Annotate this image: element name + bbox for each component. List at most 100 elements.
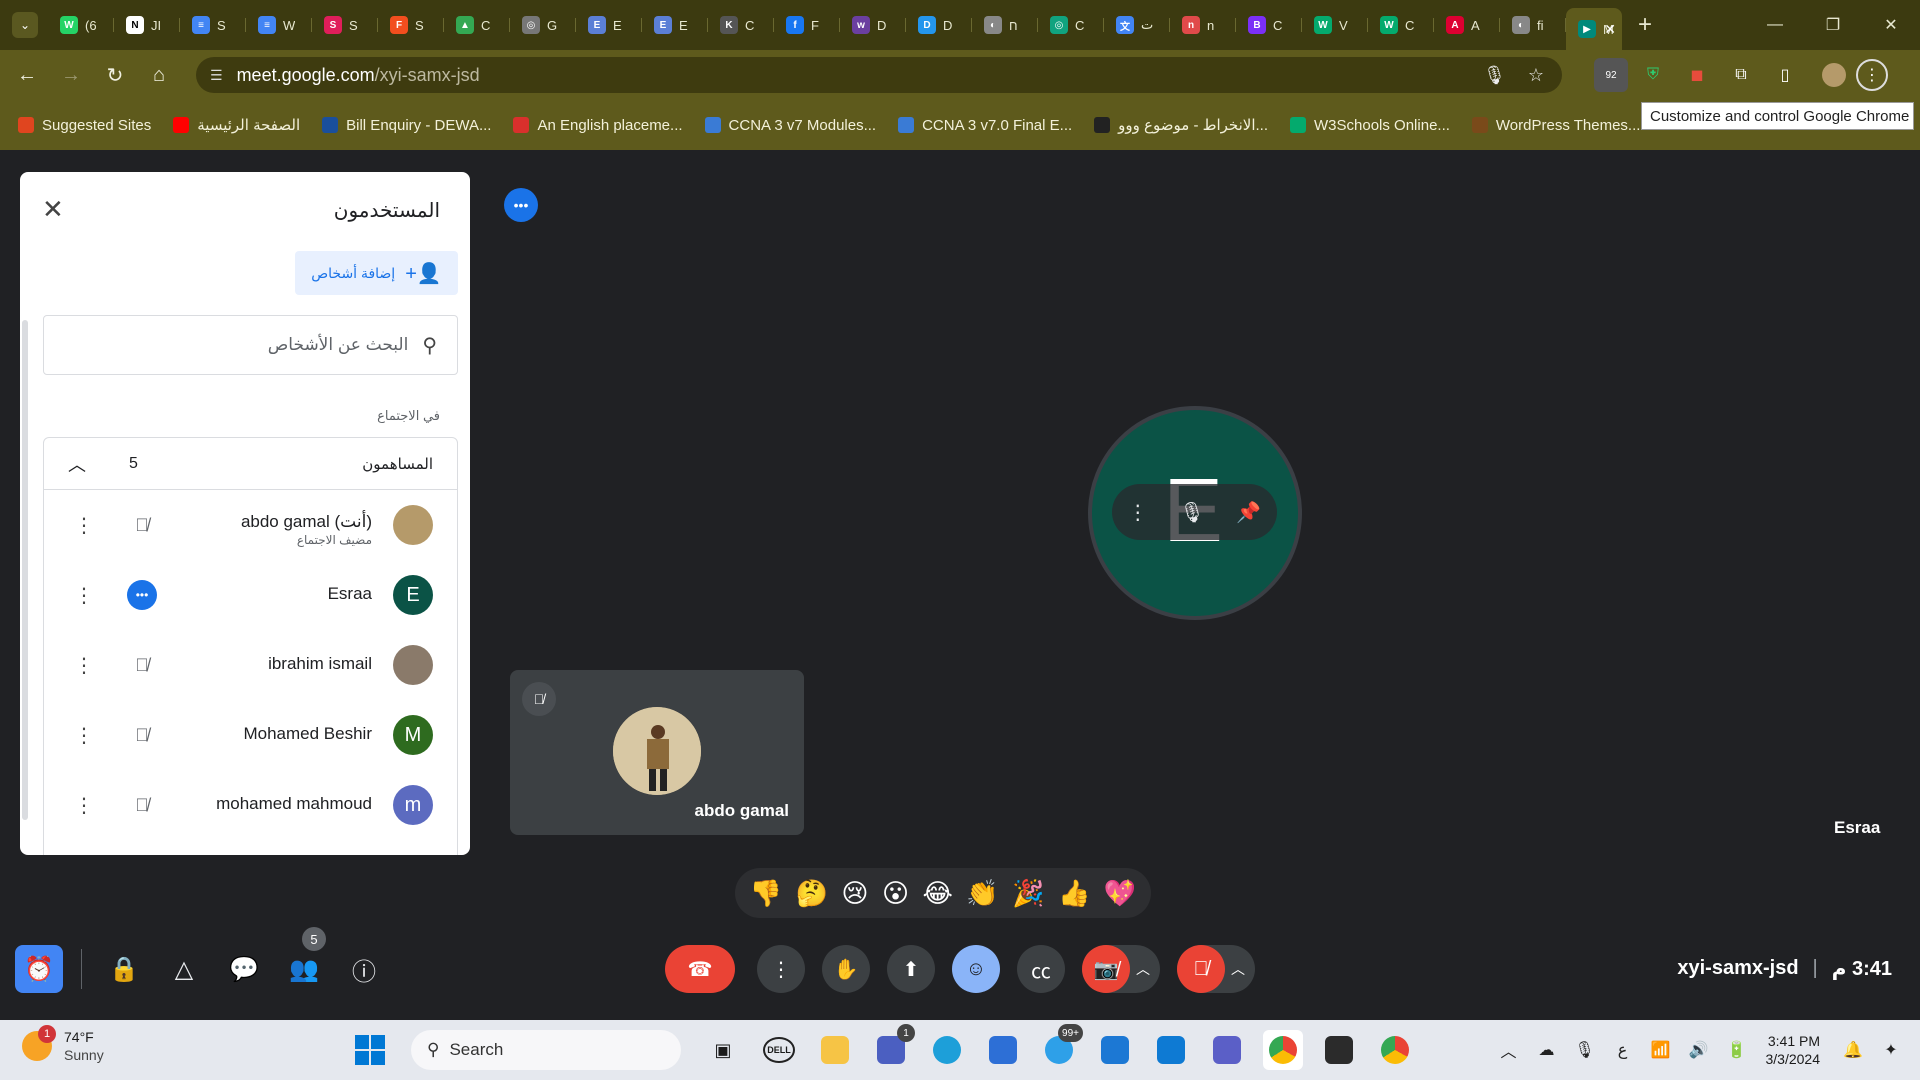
- browser-tab[interactable]: KC: [708, 8, 774, 42]
- new-tab-button[interactable]: +: [1638, 11, 1652, 39]
- close-panel-button[interactable]: ✕: [42, 194, 64, 225]
- mic-muted-icon[interactable]: 🎙̸: [127, 650, 157, 680]
- meeting-info-icon[interactable]: ⓘ: [340, 945, 388, 993]
- browser-tab[interactable]: W (62) WhatsApp: [48, 8, 114, 42]
- browser-tab[interactable]: ◎ C: [1038, 8, 1104, 42]
- start-button[interactable]: [355, 1035, 385, 1065]
- reaction-emoji-button[interactable]: 🎉: [1012, 878, 1044, 909]
- pin-icon[interactable]: 📌: [1236, 500, 1261, 525]
- bookmark-item[interactable]: An English placeme...: [513, 117, 683, 134]
- copilot-icon[interactable]: 99+: [1039, 1024, 1083, 1070]
- reaction-emoji-button[interactable]: 💖: [1104, 878, 1136, 909]
- participant-row[interactable]: ⋮ 🎙̸ mohamed mahmoud m: [44, 770, 457, 840]
- browser-tab[interactable]: ≡ S: [180, 8, 246, 42]
- participant-row[interactable]: ⋮ 🎙̸ abdo gamal (أنت) مضيف الاجتماع: [44, 490, 457, 560]
- profile-avatar[interactable]: [1812, 58, 1846, 92]
- bookmark-item[interactable]: Suggested Sites: [18, 117, 151, 134]
- participant-more-icon[interactable]: ⋮: [74, 793, 94, 818]
- browser-tab[interactable]: SS: [312, 8, 378, 42]
- participant-more-icon[interactable]: ⋮: [74, 653, 94, 678]
- host-controls-icon[interactable]: 🔒: [100, 945, 148, 993]
- dell-icon[interactable]: DELL: [759, 1030, 799, 1070]
- meeting-more-button[interactable]: •••: [504, 188, 538, 222]
- bookmark-item[interactable]: الصفحة الرئيسية: [173, 116, 300, 134]
- tile-mic-icon[interactable]: 🎙: [1179, 500, 1204, 525]
- mail-icon[interactable]: [1095, 1030, 1135, 1070]
- reaction-emoji-button[interactable]: 😂: [923, 878, 953, 909]
- chrome-icon[interactable]: [1263, 1030, 1303, 1070]
- cloud-icon[interactable]: ☁: [1528, 1040, 1566, 1060]
- browser-tab[interactable]: ◐ ח: [972, 8, 1038, 42]
- browser-tab[interactable]: wD: [840, 8, 906, 42]
- bookmark-star-icon[interactable]: ☆: [1528, 65, 1544, 86]
- browser-tab[interactable]: EE: [576, 8, 642, 42]
- participant-more-icon[interactable]: ⋮: [74, 723, 94, 748]
- bookmark-item[interactable]: Bill Enquiry - DEWA...: [322, 117, 491, 134]
- file-explorer-icon[interactable]: [815, 1030, 855, 1070]
- reload-button[interactable]: ↻: [98, 58, 132, 92]
- back-button[interactable]: ←: [10, 58, 44, 92]
- tab-search-button[interactable]: ⌄: [12, 12, 38, 38]
- camera-options-caret[interactable]: ︿: [1136, 959, 1150, 979]
- chrome-secondary-icon[interactable]: [1375, 1030, 1415, 1070]
- self-video-tile[interactable]: 🎙̸ abdo gamal: [510, 670, 804, 835]
- teams-personal-icon[interactable]: 1: [871, 1024, 915, 1070]
- mic-options-caret[interactable]: ︿: [1231, 959, 1245, 979]
- captions-button[interactable]: ㏄: [1017, 945, 1065, 993]
- side-panel-icon[interactable]: ▯: [1768, 58, 1802, 92]
- alarm-clock-icon[interactable]: ⏰: [15, 945, 63, 993]
- browser-tab[interactable]: EE: [642, 8, 708, 42]
- battery-icon[interactable]: 🔋: [1718, 1040, 1756, 1060]
- camera-off-button[interactable]: 📷̸: [1082, 945, 1130, 993]
- participant-row[interactable]: ⋮ 🎙̸ Mohamed Beshir M: [44, 700, 457, 770]
- more-options-button[interactable]: ⋮: [757, 945, 805, 993]
- vscode-icon[interactable]: [1151, 1030, 1191, 1070]
- microphone-icon[interactable]: 🎙: [1483, 65, 1506, 86]
- people-icon[interactable]: 👥 5: [280, 927, 328, 993]
- mic-off-button[interactable]: 🎙̸: [1177, 945, 1225, 993]
- chevron-up-icon[interactable]: ︿: [68, 451, 86, 477]
- close-window-button[interactable]: ✕: [1862, 0, 1920, 50]
- minimize-button[interactable]: —: [1746, 0, 1804, 50]
- activities-icon[interactable]: △: [160, 945, 208, 993]
- input-language[interactable]: ع: [1604, 1040, 1642, 1060]
- tab-google-meet-active[interactable]: ▶ M ✕: [1566, 8, 1622, 50]
- chat-icon[interactable]: 💬: [220, 945, 268, 993]
- teams-icon[interactable]: [1207, 1030, 1247, 1070]
- pocket-extension-icon[interactable]: ◼: [1680, 58, 1714, 92]
- browser-tab[interactable]: WC: [1368, 8, 1434, 42]
- extensions-puzzle-icon[interactable]: ⧉: [1724, 58, 1758, 92]
- browser-tab[interactable]: nn: [1170, 8, 1236, 42]
- leave-call-button[interactable]: ☎: [665, 945, 735, 993]
- participant-row[interactable]: ⋮ 🎙̸ ibrahim ismail: [44, 630, 457, 700]
- microphone-tray-icon[interactable]: 🎙: [1566, 1040, 1604, 1060]
- mic-muted-icon[interactable]: 🎙̸: [127, 510, 157, 540]
- terminal-icon[interactable]: [1319, 1030, 1359, 1070]
- notifications-bell-icon[interactable]: 🔔: [1834, 1040, 1872, 1060]
- reaction-emoji-button[interactable]: 👍: [1058, 878, 1090, 909]
- reaction-emoji-button[interactable]: 👏: [966, 878, 998, 909]
- bookmark-item[interactable]: WordPress Themes...: [1471, 117, 1640, 134]
- reaction-emoji-button[interactable]: 🤔: [796, 878, 828, 909]
- address-bar[interactable]: ☰ meet.google.com/xyi-samx-jsd 🎙 ☆: [196, 57, 1562, 93]
- tile-more-icon[interactable]: ⋮: [1128, 500, 1148, 525]
- browser-tab[interactable]: WV: [1302, 8, 1368, 42]
- reaction-emoji-button[interactable]: 😮: [882, 878, 909, 909]
- browser-tab[interactable]: AA: [1434, 8, 1500, 42]
- restore-button[interactable]: ❐: [1804, 0, 1862, 50]
- tab-close-icon[interactable]: ✕: [1604, 21, 1616, 38]
- store-icon[interactable]: [983, 1030, 1023, 1070]
- contributors-header[interactable]: ︿ 5 المساهمون: [44, 438, 457, 490]
- bookmark-item[interactable]: الانخراط - موضوع ووو...: [1094, 116, 1268, 134]
- present-screen-button[interactable]: ⬆: [887, 945, 935, 993]
- browser-tab[interactable]: BC: [1236, 8, 1302, 42]
- forward-button[interactable]: →: [54, 58, 88, 92]
- bookmark-item[interactable]: CCNA 3 v7.0 Final E...: [898, 117, 1072, 134]
- emoji-reactions-button[interactable]: ☺: [952, 945, 1000, 993]
- edge-icon[interactable]: [927, 1030, 967, 1070]
- task-view-icon[interactable]: ▣: [703, 1030, 743, 1070]
- browser-tab[interactable]: DD: [906, 8, 972, 42]
- wifi-icon[interactable]: 📶: [1642, 1040, 1680, 1060]
- raise-hand-button[interactable]: ✋: [822, 945, 870, 993]
- people-search-input[interactable]: البحث عن الأشخاص ⚲: [43, 315, 458, 375]
